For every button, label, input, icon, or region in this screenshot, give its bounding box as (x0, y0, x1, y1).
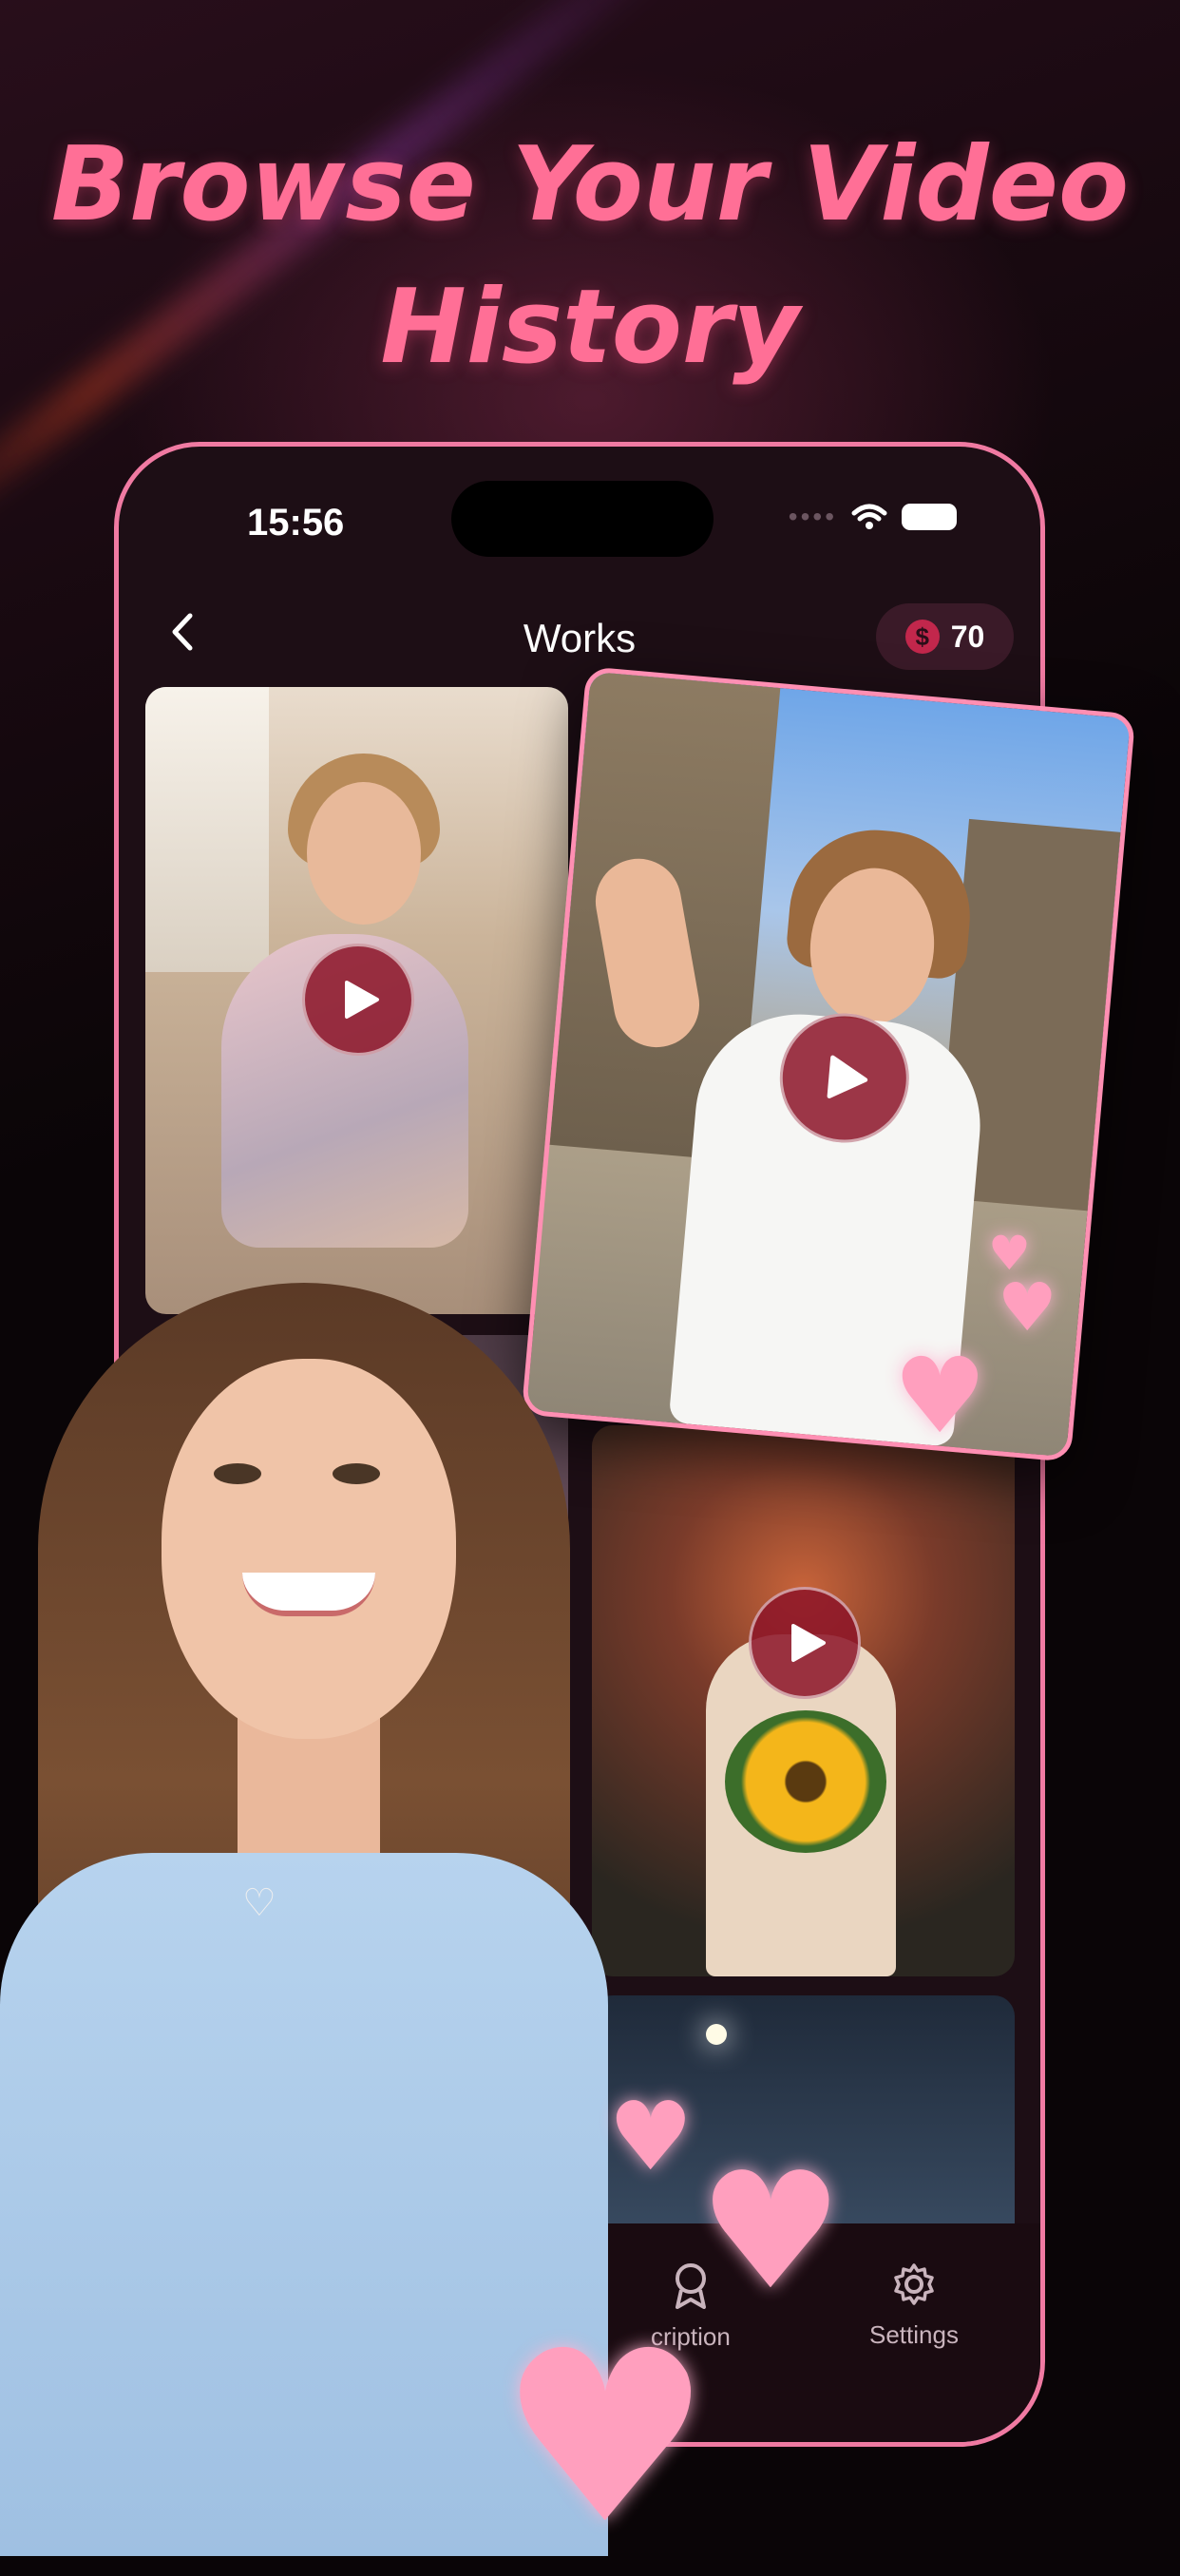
moon-decor (706, 2024, 727, 2045)
heart-decor: ♥ (698, 2138, 844, 2326)
headline-line-2: History (380, 268, 800, 387)
play-icon (345, 981, 379, 1019)
play-icon (791, 1624, 826, 1662)
heart-decor: ♥ (608, 2081, 694, 2192)
heart-pendant-decor: ♡ (242, 1882, 276, 1924)
headline-line-1: Browse Your Video (50, 125, 1130, 244)
play-button[interactable] (302, 944, 414, 1056)
eye-decor (214, 1463, 261, 1484)
status-icons: •••• (789, 502, 957, 532)
face-decor (307, 782, 421, 925)
heart-decor: ♥ (499, 2299, 713, 2576)
window-decor (145, 687, 269, 972)
status-time: 15:56 (247, 502, 345, 544)
video-thumbnail-sweater[interactable] (145, 687, 568, 1314)
battery-icon (902, 504, 957, 530)
sunflower-bouquet-decor (725, 1710, 886, 1853)
face-decor (162, 1359, 456, 1739)
wifi-icon (851, 504, 887, 529)
heart-decor: ♥ (998, 1269, 1057, 1346)
coin-balance: 70 (950, 619, 985, 654)
eye-decor (333, 1463, 380, 1484)
headline: Browse Your Video History (0, 114, 1180, 399)
tab-settings[interactable]: Settings (869, 2261, 959, 2350)
coin-balance-pill[interactable]: $ 70 (876, 603, 1014, 670)
dynamic-island (451, 481, 714, 557)
heart-decor: ♥ (893, 1335, 987, 1457)
coin-icon: $ (904, 620, 940, 654)
play-icon (827, 1055, 868, 1098)
play-button[interactable] (749, 1587, 861, 1699)
gear-icon (894, 2263, 934, 2305)
cellular-dots-icon: •••• (788, 502, 837, 531)
tab-settings-label: Settings (869, 2320, 959, 2349)
